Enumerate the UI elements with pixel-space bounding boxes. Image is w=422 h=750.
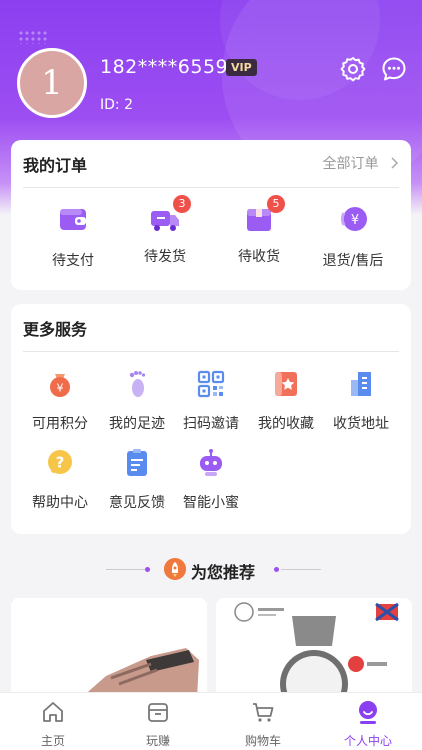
bottom-tab-bar: 主页 玩赚 购物车 个人中心 (0, 692, 422, 750)
service-label: 智能小蜜 (183, 495, 239, 511)
service-address[interactable]: 收货地址 (321, 368, 401, 433)
user-icon (359, 701, 377, 724)
recommend-title: 为您推荐 (191, 563, 256, 582)
service-label: 帮助中心 (32, 495, 88, 511)
order-pending-receipt[interactable]: 5 待收货 (214, 195, 304, 266)
svg-text:¥: ¥ (57, 382, 64, 395)
points-bag-icon: ¥ (50, 374, 70, 397)
svg-text:?: ? (56, 454, 65, 472)
product-card[interactable] (216, 598, 412, 698)
decor-dot (145, 567, 150, 572)
tab-home[interactable]: 主页 (23, 699, 83, 749)
tab-label: 个人中心 (343, 734, 392, 748)
robot-icon (200, 449, 222, 476)
decor-dot (274, 567, 279, 572)
services-card: 更多服务 ¥ 可用积分 我的足迹 扫码邀请 我的收藏 收货地址 ? 帮助中心 意… (11, 304, 411, 534)
orders-card: 我的订单 全部订单 待支付 3 待发货 5 待收货 ¥ 退货/售后 (11, 140, 411, 290)
vip-badge: VIP (226, 59, 257, 76)
badge-count: 3 (173, 195, 191, 213)
service-label: 我的收藏 (258, 416, 314, 432)
settings-gear-icon[interactable] (339, 55, 367, 83)
address-building-icon (351, 372, 371, 396)
badge-count: 5 (267, 195, 285, 213)
user-id: ID: 2 (100, 97, 133, 113)
product-shoe-image (11, 598, 207, 698)
tab-cart[interactable]: 购物车 (233, 699, 293, 749)
service-footprint[interactable]: 我的足迹 (97, 368, 177, 433)
header-dots-decoration (18, 30, 48, 44)
service-label: 收货地址 (333, 416, 389, 432)
cart-icon (253, 703, 274, 722)
refund-icon: ¥ (340, 207, 367, 231)
divider-line (281, 569, 321, 570)
product-watch-image (216, 598, 412, 698)
wallet-icon (60, 209, 86, 230)
recommend-heading: 为您推荐 (0, 558, 422, 582)
service-label: 扫码邀请 (183, 416, 239, 432)
user-phone: 182****6559 (100, 56, 229, 78)
feedback-clipboard-icon (127, 449, 147, 476)
avatar[interactable]: 1 (17, 48, 87, 118)
service-label: 我的足迹 (109, 416, 165, 432)
service-favorites[interactable]: 我的收藏 (246, 368, 326, 433)
all-orders-link[interactable]: 全部订单 (323, 153, 399, 173)
favorite-star-icon (275, 372, 297, 396)
divider (23, 187, 399, 188)
footprint-icon (129, 371, 146, 397)
order-pending-payment[interactable]: 待支付 (28, 202, 118, 270)
svg-text:¥: ¥ (351, 213, 359, 228)
all-orders-label: 全部订单 (322, 156, 379, 172)
services-title: 更多服务 (23, 320, 88, 339)
qr-code-icon (197, 370, 225, 398)
gift-box-icon (148, 703, 168, 722)
rocket-icon (164, 558, 186, 580)
service-help-center[interactable]: ? 帮助中心 (20, 447, 100, 512)
service-label: 意见反馈 (109, 495, 165, 511)
order-label: 待发货 (144, 249, 186, 265)
tab-label: 购物车 (244, 734, 281, 748)
help-question-icon: ? (48, 450, 72, 474)
divider (23, 351, 399, 352)
service-qr-invite[interactable]: 扫码邀请 (171, 368, 251, 433)
tab-earn[interactable]: 玩赚 (128, 699, 188, 749)
tab-profile[interactable]: 个人中心 (338, 699, 398, 749)
avatar-letter: 1 (41, 63, 63, 103)
home-icon (43, 702, 63, 722)
order-refund[interactable]: ¥ 退货/售后 (308, 202, 398, 270)
tab-label: 玩赚 (145, 734, 170, 748)
service-points[interactable]: ¥ 可用积分 (20, 368, 100, 433)
message-bubble-icon[interactable] (380, 55, 408, 83)
service-feedback[interactable]: 意见反馈 (97, 447, 177, 512)
order-label: 退货/售后 (322, 253, 384, 269)
order-pending-shipment[interactable]: 3 待发货 (120, 195, 210, 266)
tab-label: 主页 (40, 734, 65, 748)
order-label: 待收货 (238, 249, 280, 265)
order-label: 待支付 (52, 253, 94, 269)
divider-line (106, 569, 146, 570)
orders-title: 我的订单 (23, 156, 88, 175)
service-smart-assistant[interactable]: 智能小蜜 (171, 447, 251, 512)
service-label: 可用积分 (32, 416, 88, 432)
product-card[interactable] (11, 598, 207, 698)
chevron-right-icon (391, 157, 399, 169)
